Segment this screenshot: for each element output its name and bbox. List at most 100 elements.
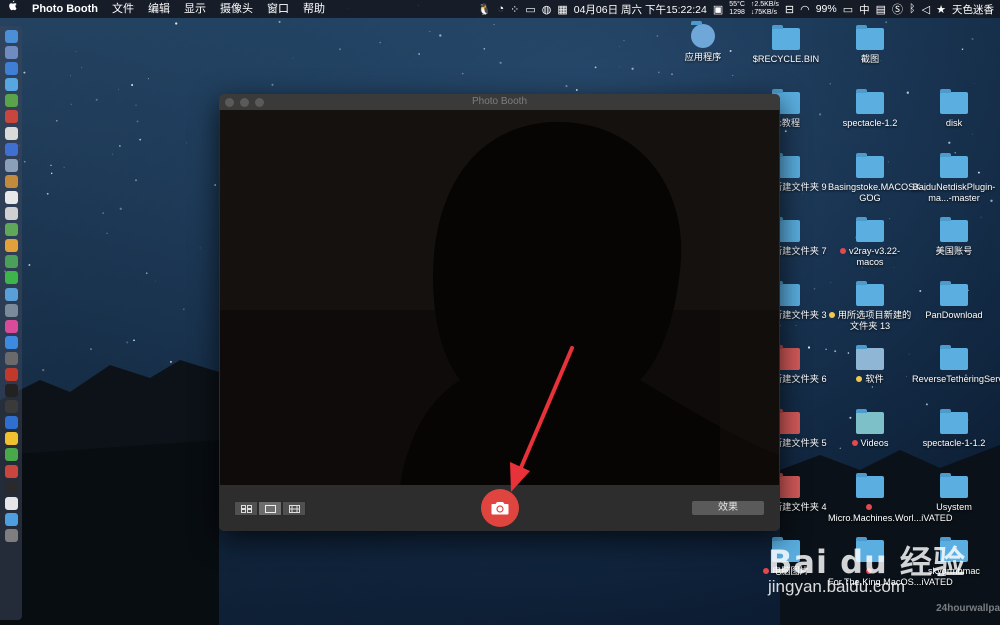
charts-icon[interactable] — [4, 287, 18, 301]
app-icon-dark[interactable] — [4, 480, 18, 494]
vivaldi-icon[interactable] — [4, 367, 18, 381]
film-strip-button[interactable] — [282, 501, 306, 516]
wechat-icon[interactable] — [4, 448, 18, 462]
messages-icon[interactable] — [4, 255, 18, 269]
desktop-icon-applications[interactable]: 应用程序 — [661, 21, 745, 63]
desktop-icon-disk[interactable]: disk — [912, 89, 996, 129]
datetime-text[interactable]: 04月06日 周六 下午15:22:24 — [574, 2, 707, 17]
desktop-icon-spectacle-1-1-2[interactable]: spectacle-1-1.2 — [912, 409, 996, 449]
file-icon[interactable] — [4, 496, 18, 510]
preview-icon[interactable] — [4, 158, 18, 172]
bluetooth-icon[interactable]: ᛒ — [909, 3, 916, 15]
facetime-icon[interactable] — [4, 271, 18, 285]
photos-icon[interactable] — [4, 239, 18, 253]
desktop-icon-usystem[interactable]: Usystem — [912, 473, 996, 513]
single-view-button[interactable] — [258, 501, 282, 516]
music-icon[interactable] — [4, 319, 18, 333]
desktop-icon-new-folder-13[interactable]: 用所选项目新建的文件夹 13 — [828, 281, 912, 332]
folder-icon — [940, 473, 968, 498]
desktop-icon-basingstoke[interactable]: Basingstoke.MACOSX-GOG — [828, 153, 923, 204]
appstore-dock-icon[interactable] — [4, 335, 18, 349]
star — [28, 264, 31, 266]
input-method[interactable]: 中 — [859, 2, 870, 17]
star — [802, 193, 803, 195]
menu-edit[interactable]: 编辑 — [141, 0, 177, 18]
settings-icon[interactable] — [4, 351, 18, 365]
network-speed[interactable]: ↑2.5KB/s ↓75KB/s — [751, 1, 779, 17]
desktop-icon-baidunetdisk-plugin[interactable]: BaiduNetdiskPlugin-ma...-master — [912, 153, 996, 204]
temperature-text: 55°C — [729, 1, 745, 8]
menu-camera[interactable]: 摄像头 — [213, 0, 260, 18]
launchpad-icon[interactable] — [4, 46, 18, 60]
netease-icon[interactable] — [4, 464, 18, 478]
notes-icon[interactable] — [4, 174, 18, 188]
menu-view[interactable]: 显示 — [177, 0, 213, 18]
desktop-icon-label: Usystem — [936, 502, 972, 512]
dots-icon[interactable]: ⁘ — [510, 3, 519, 16]
app-icon-blue[interactable] — [4, 142, 18, 156]
wifi-icon[interactable]: ◠ — [800, 3, 810, 16]
take-photo-button[interactable] — [481, 489, 519, 527]
window-titlebar[interactable]: Photo Booth — [219, 94, 780, 110]
star — [185, 142, 187, 144]
desktop-icon-reversetethering[interactable]: ReverseTetheringServer_1.2.0 — [912, 345, 1000, 385]
battery-percent[interactable]: 99% — [816, 3, 837, 15]
desktop-icon-us-account[interactable]: 美国账号 — [912, 217, 996, 257]
star-icon[interactable]: ★ — [936, 3, 946, 16]
app-menu[interactable]: Photo Booth — [25, 0, 105, 18]
grid-view-button[interactable] — [234, 501, 258, 516]
terminal-icon[interactable] — [4, 384, 18, 398]
desktop-icon-label: spectacle-1.2 — [842, 118, 898, 128]
document-icon[interactable] — [4, 207, 18, 221]
single-view-icon — [264, 504, 276, 513]
star — [81, 67, 83, 69]
activity-icon[interactable] — [4, 400, 18, 414]
app-icon-red[interactable] — [4, 110, 18, 124]
desktop-icon-v2ray[interactable]: v2ray-v3.22-macos — [828, 217, 912, 268]
star — [565, 85, 568, 88]
airplay-icon[interactable]: ▭ — [525, 3, 535, 16]
effects-button[interactable]: 效果 — [692, 501, 764, 515]
calendar-dock-icon[interactable] — [4, 190, 18, 204]
menu-file[interactable]: 文件 — [105, 0, 141, 18]
volume-icon[interactable]: ◁ — [922, 3, 930, 16]
desktop-icon-spectacle[interactable]: spectacle-1.2 — [828, 89, 912, 129]
star — [119, 207, 122, 210]
system-stats[interactable]: 55°C 1298 — [729, 1, 745, 17]
downloads-folder-icon[interactable] — [4, 512, 18, 526]
display-icon[interactable]: ⊟ — [785, 3, 794, 16]
folder-icon — [940, 217, 968, 242]
desktop-icon-pandownload[interactable]: PanDownload — [912, 281, 996, 321]
utility-icon[interactable] — [4, 303, 18, 317]
apple-menu-icon[interactable] — [0, 0, 25, 18]
wallpaper-credit: 24hourwallpa — [936, 603, 1000, 614]
android-icon[interactable] — [4, 94, 18, 108]
desktop-icon-micro-machines[interactable]: Micro.Machines.Worl...iVATED — [828, 473, 953, 524]
user-name[interactable]: 天色迷香 — [952, 2, 994, 17]
app-icon-white[interactable] — [4, 126, 18, 140]
s-app-icon[interactable]: Ⓢ — [892, 1, 903, 17]
safari-icon[interactable] — [4, 62, 18, 76]
star — [885, 21, 888, 24]
app-store-icon[interactable] — [4, 78, 18, 92]
battery-icon[interactable]: ▭ — [843, 3, 853, 16]
desktop-icon-recycle-bin[interactable]: $RECYCLE.BIN — [744, 25, 828, 65]
finder-icon[interactable] — [4, 30, 18, 43]
globe-icon[interactable]: ◍ — [542, 3, 552, 16]
desktop-icon-screenshots[interactable]: 截图 — [828, 25, 912, 65]
desktop-icon-videos[interactable]: Videos — [828, 409, 912, 449]
vpn-icon[interactable] — [4, 416, 18, 430]
star — [575, 89, 578, 91]
star — [339, 48, 341, 51]
yandex-icon[interactable] — [4, 432, 18, 446]
trash-icon[interactable] — [4, 528, 18, 542]
calendar-icon[interactable]: ▦ — [557, 3, 567, 16]
menu-window[interactable]: 窗口 — [260, 0, 296, 18]
display-mirror-icon[interactable]: ▤ — [876, 3, 886, 16]
qq-icon[interactable]: 🐧 — [478, 3, 492, 16]
maps-icon[interactable] — [4, 223, 18, 237]
desktop-icon-software[interactable]: 软件 — [828, 345, 912, 385]
grid-icon[interactable]: ▣ — [713, 3, 723, 16]
speed-icon[interactable]: ◔ — [497, 3, 504, 15]
menu-help[interactable]: 帮助 — [296, 0, 332, 18]
